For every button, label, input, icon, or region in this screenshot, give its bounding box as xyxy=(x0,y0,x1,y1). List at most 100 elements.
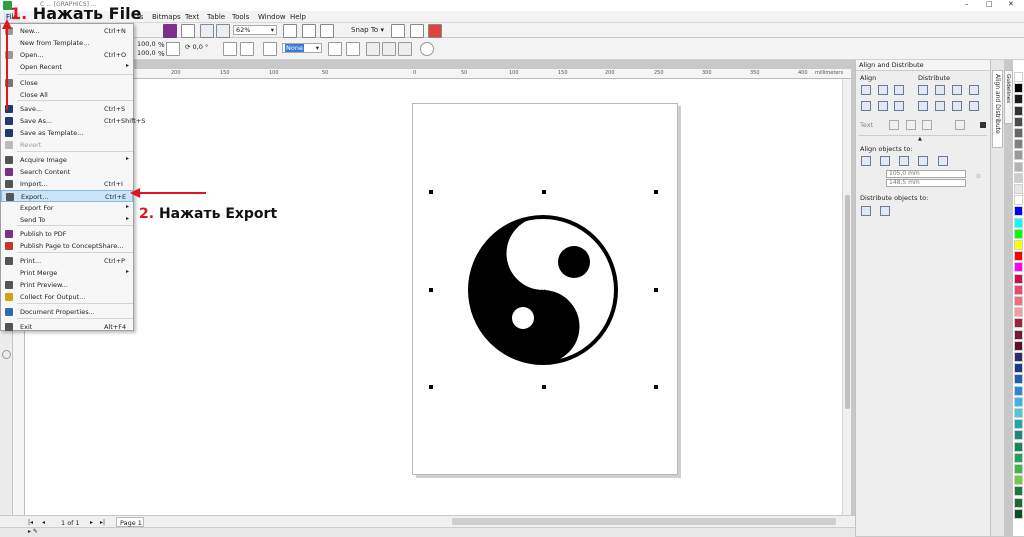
horizontal-scrollbar[interactable] xyxy=(452,518,836,525)
minimize-button[interactable]: – xyxy=(965,0,969,8)
palette-swatch[interactable] xyxy=(1014,251,1023,262)
menu-item-print[interactable]: Print... Ctrl+P xyxy=(1,255,133,267)
align-center-v-icon[interactable] xyxy=(878,101,888,111)
palette-swatch[interactable] xyxy=(1014,296,1023,306)
zoom-level-field[interactable]: 62% ▾ xyxy=(233,25,277,35)
palette-swatch[interactable] xyxy=(1014,452,1023,463)
menu-item-acquire-image[interactable]: Acquire Image ▸ xyxy=(1,154,133,166)
menu-help[interactable]: Help xyxy=(290,13,306,21)
palette-swatch[interactable] xyxy=(1014,161,1023,172)
maximize-button[interactable]: □ xyxy=(986,0,993,8)
palette-swatch[interactable] xyxy=(1014,307,1023,318)
palette-swatch[interactable] xyxy=(1014,94,1023,105)
align-y-field[interactable]: 148,5 mm xyxy=(886,179,966,187)
palette-swatch[interactable] xyxy=(1014,508,1023,519)
text-last-line-icon[interactable] xyxy=(906,120,916,130)
scroll-thumb[interactable] xyxy=(845,195,850,409)
drawing-canvas[interactable]: × xyxy=(25,79,842,515)
menu-item-export-for[interactable]: Export For ▸ xyxy=(1,202,133,214)
menu-item-import[interactable]: Import... Ctrl+I xyxy=(1,178,133,190)
page-tab[interactable]: Page 1 xyxy=(116,517,144,527)
palette-swatch[interactable] xyxy=(1014,262,1023,273)
hand-tool-icon[interactable] xyxy=(283,24,297,38)
palette-swatch[interactable] xyxy=(1014,128,1023,138)
text-outline-icon[interactable] xyxy=(955,120,965,130)
palette-swatch[interactable] xyxy=(1014,105,1023,116)
palette-swatch[interactable] xyxy=(1014,486,1023,497)
distribute-left-icon[interactable] xyxy=(918,85,928,95)
group-icon[interactable] xyxy=(366,42,380,56)
palette-swatch[interactable] xyxy=(1014,172,1023,183)
menu-item-revert[interactable]: Revert xyxy=(1,139,133,151)
snap-to-dropdown[interactable]: Snap To ▾ xyxy=(351,26,384,34)
palette-swatch[interactable] xyxy=(1014,284,1023,295)
align-right-icon[interactable] xyxy=(894,85,904,95)
palette-swatch[interactable] xyxy=(1014,273,1023,284)
pin-icon[interactable] xyxy=(980,122,986,128)
palette-swatch[interactable] xyxy=(1014,430,1023,441)
palette-swatch[interactable] xyxy=(1014,150,1023,161)
menu-item-publish-page-to-conceptshare[interactable]: Publish Page to ConceptShare... xyxy=(1,240,133,252)
rulers-icon[interactable] xyxy=(302,24,316,38)
align-top-icon[interactable] xyxy=(861,101,871,111)
launch-icon[interactable] xyxy=(428,24,442,38)
palette-swatch[interactable] xyxy=(1014,139,1023,150)
palette-swatch[interactable] xyxy=(1014,464,1023,474)
palette-swatch[interactable] xyxy=(1014,184,1023,194)
align-to-grid-icon[interactable] xyxy=(918,156,928,166)
outline-width-field[interactable]: None ▾ xyxy=(282,43,322,53)
palette-swatch[interactable] xyxy=(1014,329,1023,340)
menu-item-document-properties[interactable]: Document Properties... xyxy=(1,306,133,318)
palette-swatch[interactable] xyxy=(1014,116,1023,127)
menu-item-collect-for-output[interactable]: Collect For Output... xyxy=(1,291,133,303)
menu-item-save-as-template[interactable]: Save as Template... xyxy=(1,127,133,139)
to-back-icon[interactable] xyxy=(346,42,360,56)
align-left-icon[interactable] xyxy=(861,85,871,95)
distribute-bottom-icon[interactable] xyxy=(969,101,979,111)
ungroup-icon[interactable] xyxy=(382,42,396,56)
add-tool-icon[interactable] xyxy=(2,350,11,359)
align-to-active-objects-icon[interactable] xyxy=(861,156,871,166)
palette-swatch[interactable] xyxy=(1014,385,1023,396)
distribute-center-h-icon[interactable] xyxy=(935,85,945,95)
vertical-scrollbar[interactable] xyxy=(842,79,851,515)
palette-swatch[interactable] xyxy=(1014,72,1023,82)
palette-swatch[interactable] xyxy=(1014,408,1023,418)
text-bbox-icon[interactable] xyxy=(922,120,932,130)
options-icon[interactable] xyxy=(391,24,405,38)
add-preset-icon[interactable] xyxy=(420,42,434,56)
drawing-page[interactable]: × xyxy=(412,103,678,475)
text-first-line-icon[interactable] xyxy=(889,120,899,130)
palette-swatch[interactable] xyxy=(1014,318,1023,329)
palette-swatch[interactable] xyxy=(1014,195,1023,206)
distribute-spacing-v-icon[interactable] xyxy=(952,101,962,111)
palette-swatch[interactable] xyxy=(1014,497,1023,508)
distribute-spacing-h-icon[interactable] xyxy=(952,85,962,95)
menu-item-print-preview[interactable]: Print Preview... xyxy=(1,279,133,291)
palette-swatch[interactable] xyxy=(1014,83,1023,94)
menu-tools[interactable]: Tools xyxy=(232,13,249,21)
menu-item-print-merge[interactable]: Print Merge ▸ xyxy=(1,267,133,279)
next-page-button[interactable]: ▸ xyxy=(90,519,93,526)
menu-item-export[interactable]: Export... Ctrl+E xyxy=(1,190,133,202)
coordinates-lock-icon[interactable]: ⊙ xyxy=(976,173,981,180)
palette-swatch[interactable] xyxy=(1014,352,1023,362)
align-to-page-edge-icon[interactable] xyxy=(880,156,890,166)
last-page-button[interactable]: ▸| xyxy=(100,519,105,526)
distribute-to-page-icon[interactable] xyxy=(880,206,890,216)
wrap-text-icon[interactable] xyxy=(263,42,277,56)
align-bottom-icon[interactable] xyxy=(894,101,904,111)
palette-swatch[interactable] xyxy=(1014,475,1023,486)
first-page-button[interactable]: |◂ xyxy=(28,519,33,526)
align-to-point-icon[interactable] xyxy=(938,156,948,166)
distribute-center-v-icon[interactable] xyxy=(935,101,945,111)
palette-swatch[interactable] xyxy=(1014,217,1023,228)
palette-swatch[interactable] xyxy=(1014,419,1023,430)
guidelines-icon[interactable] xyxy=(320,24,334,38)
tab-guidelines[interactable]: Guidelines xyxy=(1004,70,1013,124)
palette-swatch[interactable] xyxy=(1014,228,1023,239)
align-to-page-center-icon[interactable] xyxy=(899,156,909,166)
yin-yang-drawing[interactable]: × xyxy=(413,104,679,476)
palette-swatch[interactable] xyxy=(1014,396,1023,407)
palette-swatch[interactable] xyxy=(1014,363,1023,374)
